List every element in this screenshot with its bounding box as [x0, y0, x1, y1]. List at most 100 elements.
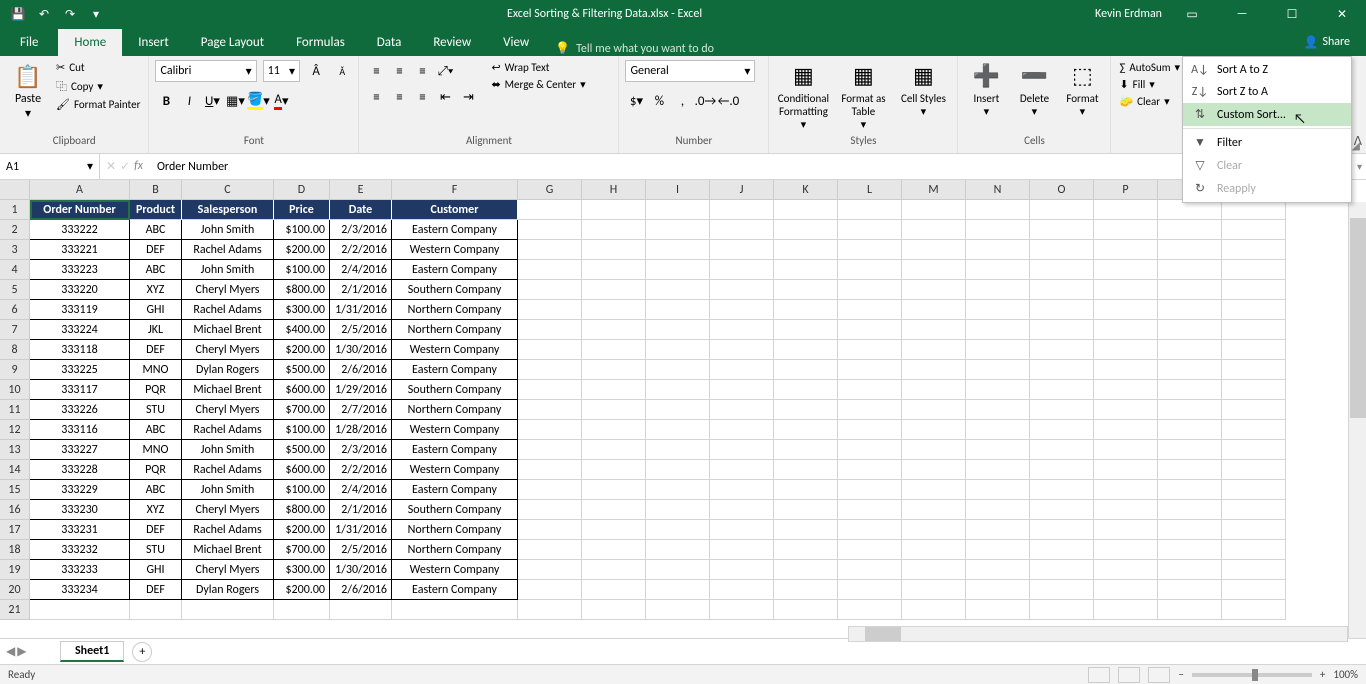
- cell[interactable]: [966, 600, 1030, 620]
- tab-insert[interactable]: Insert: [122, 29, 185, 56]
- row-header[interactable]: 10: [0, 380, 30, 400]
- cell[interactable]: [1222, 220, 1286, 240]
- cell[interactable]: Cheryl Myers: [182, 500, 274, 520]
- cell[interactable]: [1222, 380, 1286, 400]
- cell[interactable]: [518, 600, 582, 620]
- cell[interactable]: [1094, 480, 1158, 500]
- cell[interactable]: [966, 500, 1030, 520]
- tab-view[interactable]: View: [487, 29, 545, 56]
- cell[interactable]: [518, 200, 582, 220]
- table-header-cell[interactable]: Date: [330, 200, 392, 220]
- cell[interactable]: [966, 380, 1030, 400]
- cell[interactable]: [518, 240, 582, 260]
- cell[interactable]: [902, 300, 966, 320]
- cell[interactable]: [1222, 560, 1286, 580]
- cell[interactable]: [966, 360, 1030, 380]
- cell[interactable]: [838, 240, 902, 260]
- cell[interactable]: Southern Company: [392, 380, 518, 400]
- cell[interactable]: [518, 280, 582, 300]
- percent-format-icon[interactable]: %: [648, 90, 670, 112]
- cell[interactable]: [646, 420, 710, 440]
- align-bottom-icon[interactable]: ≡: [411, 60, 433, 82]
- cell[interactable]: Eastern Company: [392, 260, 518, 280]
- cell[interactable]: [582, 500, 646, 520]
- cell[interactable]: [838, 200, 902, 220]
- cell[interactable]: Eastern Company: [392, 360, 518, 380]
- cell[interactable]: [518, 360, 582, 380]
- cell[interactable]: GHI: [130, 560, 182, 580]
- cell[interactable]: [838, 460, 902, 480]
- cell[interactable]: [902, 560, 966, 580]
- cell[interactable]: [646, 360, 710, 380]
- cell[interactable]: Rachel Adams: [182, 520, 274, 540]
- cell[interactable]: [518, 580, 582, 600]
- cell[interactable]: [582, 480, 646, 500]
- cell[interactable]: [582, 220, 646, 240]
- cell[interactable]: [710, 360, 774, 380]
- cell[interactable]: [582, 380, 646, 400]
- tab-page-layout[interactable]: Page Layout: [185, 29, 280, 56]
- cell[interactable]: [1222, 600, 1286, 620]
- cell[interactable]: [1158, 320, 1222, 340]
- cell[interactable]: [902, 320, 966, 340]
- merge-center-button[interactable]: ⬌Merge & Center ▾: [489, 77, 587, 92]
- autosum-button[interactable]: ∑AutoSum ▾: [1117, 60, 1182, 75]
- cell[interactable]: ABC: [130, 420, 182, 440]
- cell[interactable]: [1094, 260, 1158, 280]
- share-button[interactable]: 👤Share: [1287, 29, 1366, 56]
- cell[interactable]: [646, 200, 710, 220]
- cell[interactable]: John Smith: [182, 260, 274, 280]
- increase-indent-icon[interactable]: ⇥: [457, 86, 479, 108]
- expand-formula-bar-icon[interactable]: ▾: [1357, 160, 1362, 173]
- cell[interactable]: [518, 520, 582, 540]
- cell[interactable]: $200.00: [274, 580, 330, 600]
- cell[interactable]: [710, 560, 774, 580]
- cell[interactable]: [966, 200, 1030, 220]
- zoom-in-icon[interactable]: +: [1320, 668, 1325, 681]
- cell[interactable]: [1222, 300, 1286, 320]
- cell[interactable]: [1158, 440, 1222, 460]
- vertical-scrollbar[interactable]: [1348, 202, 1366, 658]
- cell[interactable]: [582, 240, 646, 260]
- cell[interactable]: [1030, 360, 1094, 380]
- cell[interactable]: [1094, 400, 1158, 420]
- cell[interactable]: [774, 280, 838, 300]
- cell[interactable]: [1222, 400, 1286, 420]
- cell[interactable]: [182, 600, 274, 620]
- cell[interactable]: $600.00: [274, 380, 330, 400]
- cell[interactable]: [582, 280, 646, 300]
- cell[interactable]: $200.00: [274, 240, 330, 260]
- cell[interactable]: 333119: [30, 300, 130, 320]
- paste-button[interactable]: 📋 Paste▾: [6, 60, 50, 134]
- cell[interactable]: [1030, 560, 1094, 580]
- cell[interactable]: [646, 280, 710, 300]
- cell[interactable]: [1158, 340, 1222, 360]
- row-header[interactable]: 15: [0, 480, 30, 500]
- align-center-icon[interactable]: ≡: [388, 86, 410, 108]
- cell[interactable]: [902, 420, 966, 440]
- cell[interactable]: [838, 500, 902, 520]
- conditional-formatting-button[interactable]: ▦Conditional Formatting▾: [775, 60, 831, 134]
- cell[interactable]: Western Company: [392, 460, 518, 480]
- cell[interactable]: 1/31/2016: [330, 300, 392, 320]
- cell[interactable]: [838, 320, 902, 340]
- cell-styles-button[interactable]: ▦Cell Styles▾: [895, 60, 951, 134]
- cell[interactable]: Cheryl Myers: [182, 280, 274, 300]
- cell[interactable]: [902, 200, 966, 220]
- cell[interactable]: [1158, 580, 1222, 600]
- cell[interactable]: DEF: [130, 240, 182, 260]
- cell[interactable]: 2/1/2016: [330, 280, 392, 300]
- cell[interactable]: 1/30/2016: [330, 560, 392, 580]
- cell[interactable]: 2/4/2016: [330, 260, 392, 280]
- cell[interactable]: [646, 520, 710, 540]
- cell[interactable]: DEF: [130, 340, 182, 360]
- row-header[interactable]: 2: [0, 220, 30, 240]
- cell[interactable]: [966, 440, 1030, 460]
- cell[interactable]: [1094, 500, 1158, 520]
- row-headers[interactable]: 123456789101112131415161718192021: [0, 200, 30, 620]
- cell[interactable]: Western Company: [392, 560, 518, 580]
- column-header[interactable]: E: [330, 180, 392, 200]
- cell[interactable]: [838, 560, 902, 580]
- table-header-cell[interactable]: Salesperson: [182, 200, 274, 220]
- cell[interactable]: [710, 260, 774, 280]
